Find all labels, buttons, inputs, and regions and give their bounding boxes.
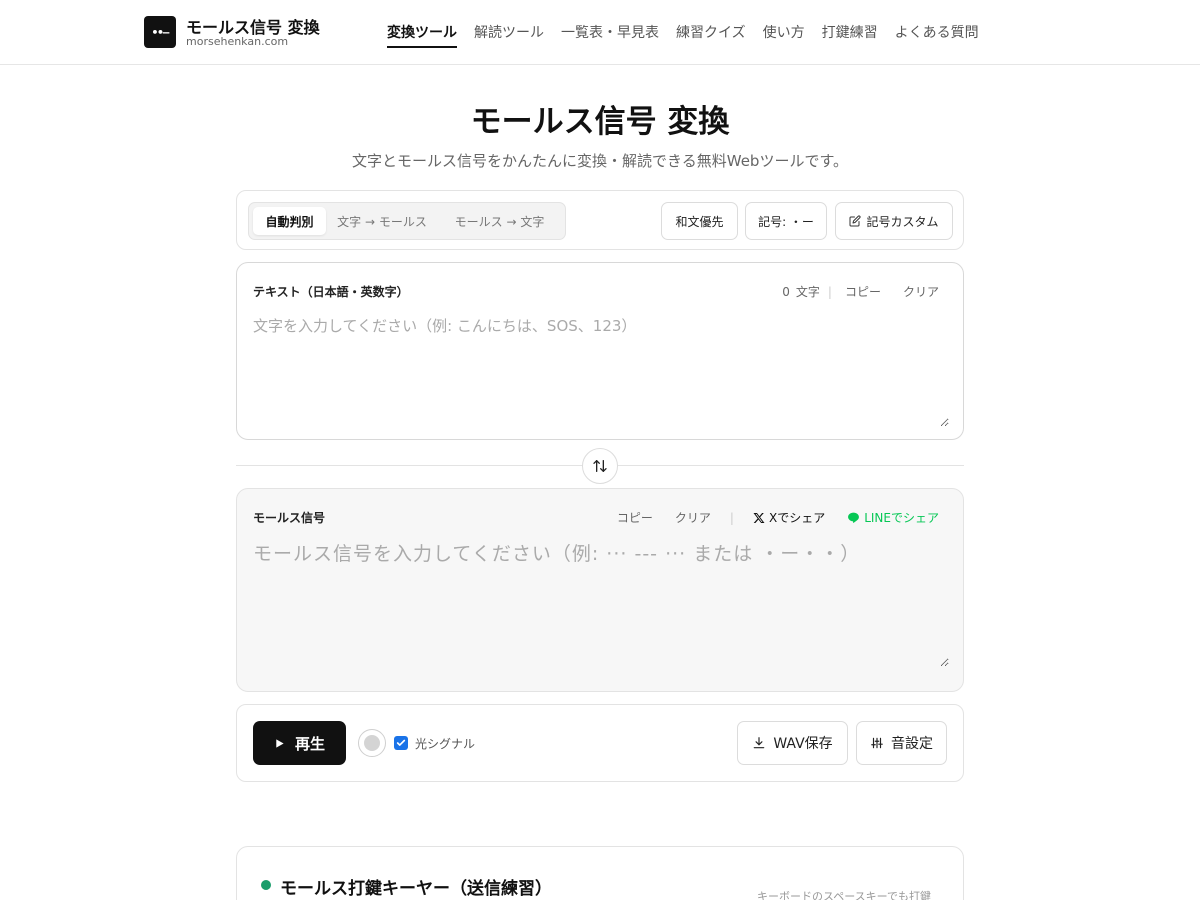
signal-lamp (358, 729, 386, 757)
mode-bar: 自動判別 文字 → モールス モールス → 文字 和文優先 記号: ・ー 記号カ… (236, 190, 964, 250)
light-signal-label[interactable]: 光シグナル (415, 735, 475, 752)
nav-item-keying[interactable]: 打鍵練習 (822, 22, 878, 48)
download-icon (754, 737, 765, 749)
wabun-priority-label: 和文優先 (675, 214, 724, 229)
light-signal-checkbox[interactable] (394, 736, 408, 750)
logo-icon[interactable]: ••– (144, 16, 176, 48)
nav-item-howto[interactable]: 使い方 (763, 22, 805, 48)
keyer-section: モールス打鍵キーヤー（送信練習） キーボードのスペースキーでも打鍵 (236, 846, 964, 900)
nav-item-quiz[interactable]: 練習クイズ (676, 22, 746, 48)
line-share-button[interactable]: LINEでシェア (836, 509, 939, 526)
site-header: ••– モールス信号 変換 morsehenkan.com 変換ツール 解読ツー… (0, 0, 1200, 65)
line-share-label: LINEでシェア (864, 511, 939, 525)
sound-settings-label: 音設定 (891, 736, 933, 752)
text-panel-actions: 0 文字 | コピー クリア (782, 283, 939, 300)
morse-panel: モールス信号 コピー クリア | Xでシェア LINEでシェア (236, 488, 964, 692)
main-nav: 変換ツール 解読ツール 一覧表・早見表 練習クイズ 使い方 打鍵練習 よくある質… (387, 22, 979, 48)
play-button[interactable]: 再生 (253, 721, 346, 765)
signal-lamp-light (364, 735, 380, 751)
wabun-priority-button[interactable]: 和文優先 (661, 202, 738, 240)
play-icon (276, 738, 284, 748)
symbol-style-button[interactable]: 記号: ・ー (745, 202, 827, 240)
symbol-custom-button[interactable]: 記号カスタム (835, 202, 953, 240)
edit-icon (849, 215, 862, 227)
keyer-note: キーボードのスペースキーでも打鍵 (756, 890, 931, 900)
mode-segmented-control: 自動判別 文字 → モールス モールス → 文字 (248, 202, 566, 240)
wav-save-button[interactable]: WAV保存 (737, 721, 848, 765)
page-title: モールス信号 変換 (470, 104, 730, 140)
char-count-unit: 文字 (795, 285, 820, 299)
keyer-title: モールス打鍵キーヤー（送信練習） (280, 879, 552, 899)
text-input[interactable] (253, 315, 949, 427)
wav-save-label: WAV保存 (773, 736, 833, 752)
divider: | (729, 510, 734, 525)
sound-settings-button[interactable]: 音設定 (856, 721, 947, 765)
morse-clear-button[interactable]: クリア (664, 509, 722, 526)
swap-vertical-icon (593, 460, 607, 472)
nav-item-chart[interactable]: 一覧表・早見表 (561, 22, 659, 48)
status-dot-icon (261, 880, 271, 890)
nav-item-faq[interactable]: よくある質問 (895, 22, 979, 48)
text-panel-label: テキスト（日本語・英数字） (253, 285, 409, 299)
morse-panel-label: モールス信号 (253, 511, 326, 525)
divider: | (827, 284, 832, 299)
swap-button[interactable] (582, 448, 618, 484)
morse-input[interactable] (253, 539, 949, 667)
mode-morse-to-text-button[interactable]: モールス → 文字 (442, 207, 557, 235)
x-logo-icon (753, 512, 765, 523)
playback-bar: 再生 光シグナル WAV保存 音設定 (236, 704, 964, 782)
morse-panel-actions: コピー クリア | Xでシェア LINEでシェア (606, 509, 939, 526)
mode-auto-button[interactable]: 自動判別 (253, 207, 326, 235)
x-share-button[interactable]: Xでシェア (742, 509, 836, 526)
nav-item-converter[interactable]: 変換ツール (387, 22, 457, 48)
nav-item-decoder[interactable]: 解読ツール (474, 22, 544, 48)
symbol-style-label: 記号: ・ー (758, 214, 814, 229)
page-subtitle: 文字とモールス信号をかんたんに変換・解読できる無料Webツールです。 (352, 152, 848, 170)
play-label: 再生 (294, 734, 325, 753)
text-panel: テキスト（日本語・英数字） 0 文字 | コピー クリア (236, 262, 964, 440)
check-icon (396, 739, 406, 746)
text-clear-button[interactable]: クリア (892, 283, 939, 300)
morse-copy-button[interactable]: コピー (606, 509, 664, 526)
x-share-label: Xでシェア (768, 511, 826, 525)
sliders-icon (871, 737, 883, 749)
symbol-custom-label: 記号カスタム (866, 214, 939, 229)
brand-domain: morsehenkan.com (186, 35, 289, 48)
char-count: 0 (782, 284, 790, 299)
line-logo-icon (848, 512, 860, 523)
mode-text-to-morse-button[interactable]: 文字 → モールス (330, 207, 434, 235)
text-copy-button[interactable]: コピー (834, 283, 892, 300)
